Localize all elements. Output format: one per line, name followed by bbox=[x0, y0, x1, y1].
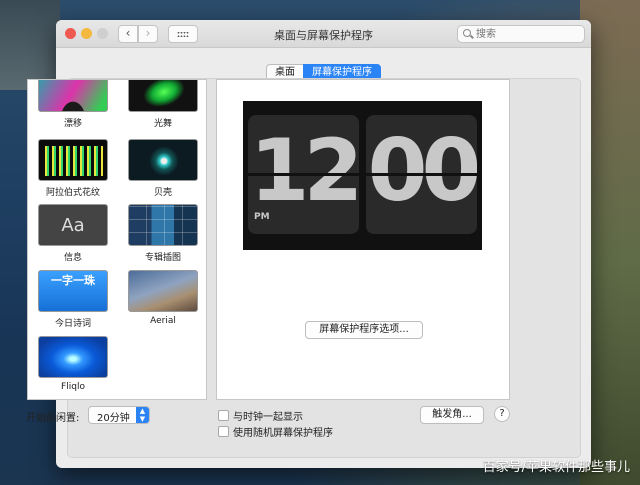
thumbnail-text: 一字一珠 bbox=[51, 274, 95, 287]
screensaver-thumbnail bbox=[38, 139, 108, 181]
screensaver-item-message[interactable]: Aa 信息 bbox=[34, 204, 112, 263]
search-input[interactable] bbox=[476, 27, 576, 41]
random-screensaver-checkbox[interactable]: 使用随机屏幕保护程序 bbox=[218, 424, 333, 439]
watermark: 百家号/苹果软件那些事儿 bbox=[482, 460, 630, 475]
idle-label: 开始前闲置: bbox=[26, 413, 80, 424]
flip-divider bbox=[366, 173, 477, 176]
screensaver-thumbnail bbox=[38, 336, 108, 378]
thumbnail-text: Aa bbox=[61, 214, 85, 236]
search-box[interactable] bbox=[457, 25, 585, 43]
screensaver-label: 信息 bbox=[63, 253, 82, 263]
screensaver-item-arabesque[interactable]: 阿拉伯式花纹 bbox=[34, 139, 112, 198]
screensaver-label: 专辑插图 bbox=[144, 253, 181, 263]
screensaver-item-album-artwork[interactable]: 专辑插图 bbox=[124, 204, 202, 263]
screensaver-list[interactable]: 漂移 光舞 阿拉伯式花纹 贝壳 Aa 信息 专辑插图 一字一珠 今日诗词 Aer… bbox=[27, 79, 207, 400]
search-icon bbox=[463, 29, 471, 37]
screensaver-item-flurry[interactable]: 光舞 bbox=[124, 80, 202, 129]
screensaver-label: 今日诗词 bbox=[54, 319, 91, 329]
screensaver-thumbnail bbox=[128, 80, 198, 112]
screensaver-label: 阿拉伯式花纹 bbox=[45, 188, 100, 198]
hours-digits: 12 bbox=[249, 121, 359, 221]
screensaver-item-poem[interactable]: 一字一珠 今日诗词 bbox=[34, 270, 112, 329]
screensaver-item-drift[interactable]: 漂移 bbox=[34, 80, 112, 129]
screensaver-thumbnail bbox=[128, 270, 198, 312]
screensaver-label: Aerial bbox=[150, 316, 176, 326]
screensaver-thumbnail bbox=[128, 139, 198, 181]
screensaver-thumbnail: Aa bbox=[38, 204, 108, 246]
screensaver-thumbnail: 一字一珠 bbox=[38, 270, 108, 312]
screensaver-options-button[interactable]: 屏幕保护程序选项... bbox=[305, 321, 423, 339]
idle-time-value: 20分钟 bbox=[97, 413, 130, 424]
help-button[interactable]: ? bbox=[494, 406, 510, 422]
screensaver-preview: 12 PM 00 bbox=[243, 101, 482, 250]
show-with-clock-checkbox[interactable]: 与时钟一起显示 bbox=[218, 408, 303, 423]
wallpaper-cliff bbox=[0, 0, 60, 90]
idle-time-select[interactable]: 20分钟 ▲ ▼ bbox=[88, 406, 150, 424]
screensaver-label: 漂移 bbox=[63, 119, 82, 129]
hot-corners-button[interactable]: 触发角... bbox=[420, 406, 484, 424]
screensaver-item-shell[interactable]: 贝壳 bbox=[124, 139, 202, 198]
screensaver-thumbnail bbox=[128, 204, 198, 246]
flip-card-hours: 12 PM bbox=[248, 115, 359, 234]
minutes-digits: 00 bbox=[367, 121, 477, 221]
updown-chevron-icon: ▲ ▼ bbox=[136, 407, 149, 423]
screensaver-label: 光舞 bbox=[153, 119, 172, 129]
ampm-label: PM bbox=[254, 212, 270, 222]
screensaver-thumbnail bbox=[38, 80, 108, 112]
screensaver-item-fliqlo[interactable]: Fliqlo bbox=[34, 336, 112, 392]
checkbox-label: 与时钟一起显示 bbox=[233, 412, 303, 423]
screensaver-label: Fliqlo bbox=[61, 382, 85, 392]
titlebar: ‹ › 桌面与屏幕保护程序 bbox=[56, 20, 591, 48]
checkbox-box[interactable] bbox=[218, 426, 229, 437]
screensaver-label: 贝壳 bbox=[153, 188, 172, 198]
screensaver-item-aerial[interactable]: Aerial bbox=[124, 270, 202, 326]
flip-divider bbox=[248, 173, 359, 176]
checkbox-label: 使用随机屏幕保护程序 bbox=[233, 428, 333, 439]
checkbox-box[interactable] bbox=[218, 410, 229, 421]
flip-card-minutes: 00 bbox=[366, 115, 477, 234]
